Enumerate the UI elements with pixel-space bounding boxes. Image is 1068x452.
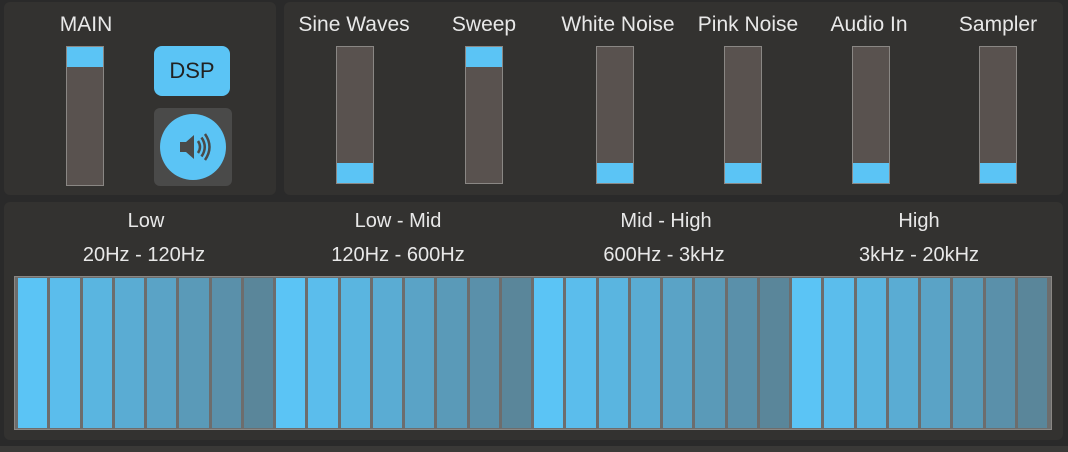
main-panel xyxy=(4,2,276,195)
main-volume-thumb[interactable] xyxy=(67,47,103,67)
source-label: Pink Noise xyxy=(697,13,799,36)
dsp-toggle-button[interactable]: DSP xyxy=(154,46,230,96)
white-noise-slider[interactable] xyxy=(596,46,634,184)
band-range: 600Hz - 3kHz xyxy=(603,244,725,266)
spectrum-bar xyxy=(308,278,338,428)
spectrum-bar xyxy=(953,278,983,428)
spectrum-bar xyxy=(50,278,80,428)
main-title: MAIN xyxy=(59,13,113,36)
spectrum-bar xyxy=(792,278,822,428)
band-name: Mid - High xyxy=(620,210,712,232)
spectrum-bar xyxy=(534,278,564,428)
spectrum-bar xyxy=(18,278,48,428)
audio-in-slider[interactable] xyxy=(852,46,890,184)
speaker-button[interactable] xyxy=(154,108,232,186)
sweep-slider[interactable] xyxy=(465,46,503,184)
source-label: Sweep xyxy=(451,13,517,36)
spectrum-bar xyxy=(147,278,177,428)
source-label: Sine Waves xyxy=(298,13,410,36)
spectrum-bar xyxy=(437,278,467,428)
spectrum-bar xyxy=(921,278,951,428)
spectrum-bar xyxy=(566,278,596,428)
pink-noise-slider[interactable] xyxy=(724,46,762,184)
spectrum-bar xyxy=(888,278,918,428)
band-range: 20Hz - 120Hz xyxy=(82,244,206,266)
spectrum-bar xyxy=(243,278,273,428)
slider-thumb[interactable] xyxy=(466,47,502,67)
spectrum-bar xyxy=(469,278,499,428)
spectrum-bar xyxy=(598,278,628,428)
band-range: 120Hz - 600Hz xyxy=(331,244,465,266)
spectrum-bar xyxy=(114,278,144,428)
slider-thumb[interactable] xyxy=(980,163,1016,183)
slider-thumb[interactable] xyxy=(725,163,761,183)
source-label: White Noise xyxy=(561,13,675,36)
slider-thumb[interactable] xyxy=(597,163,633,183)
spectrum-bar xyxy=(405,278,435,428)
spectrum-bar xyxy=(211,278,241,428)
slider-thumb[interactable] xyxy=(337,163,373,183)
source-label: Sampler xyxy=(958,13,1038,36)
band-range: 3kHz - 20kHz xyxy=(858,244,980,266)
band-name: High xyxy=(898,210,940,232)
spectrum-bar xyxy=(372,278,402,428)
dsp-label: DSP xyxy=(169,58,215,83)
spectrum-bar xyxy=(824,278,854,428)
speaker-icon[interactable] xyxy=(160,114,226,180)
spectrum-bar xyxy=(501,278,531,428)
spectrum-bar xyxy=(985,278,1015,428)
spectrum-bar xyxy=(759,278,789,428)
spectrum-meter xyxy=(14,276,1052,430)
bottom-strip xyxy=(0,446,1068,452)
slider-thumb[interactable] xyxy=(853,163,889,183)
spectrum-bar xyxy=(340,278,370,428)
spectrum-bar xyxy=(663,278,693,428)
band-name: Low - Mid xyxy=(354,210,442,232)
spectrum-bar xyxy=(276,278,306,428)
spectrum-bar xyxy=(695,278,725,428)
spectrum-bar xyxy=(179,278,209,428)
spectrum-bar xyxy=(727,278,757,428)
sine-waves-slider[interactable] xyxy=(336,46,374,184)
spectrum-bar xyxy=(1017,278,1047,428)
band-name: Low xyxy=(127,210,165,232)
source-label: Audio In xyxy=(830,13,908,36)
sampler-slider[interactable] xyxy=(979,46,1017,184)
spectrum-bar xyxy=(82,278,112,428)
spectrum-bar xyxy=(630,278,660,428)
spectrum-bar xyxy=(856,278,886,428)
main-volume-slider[interactable] xyxy=(66,46,104,186)
